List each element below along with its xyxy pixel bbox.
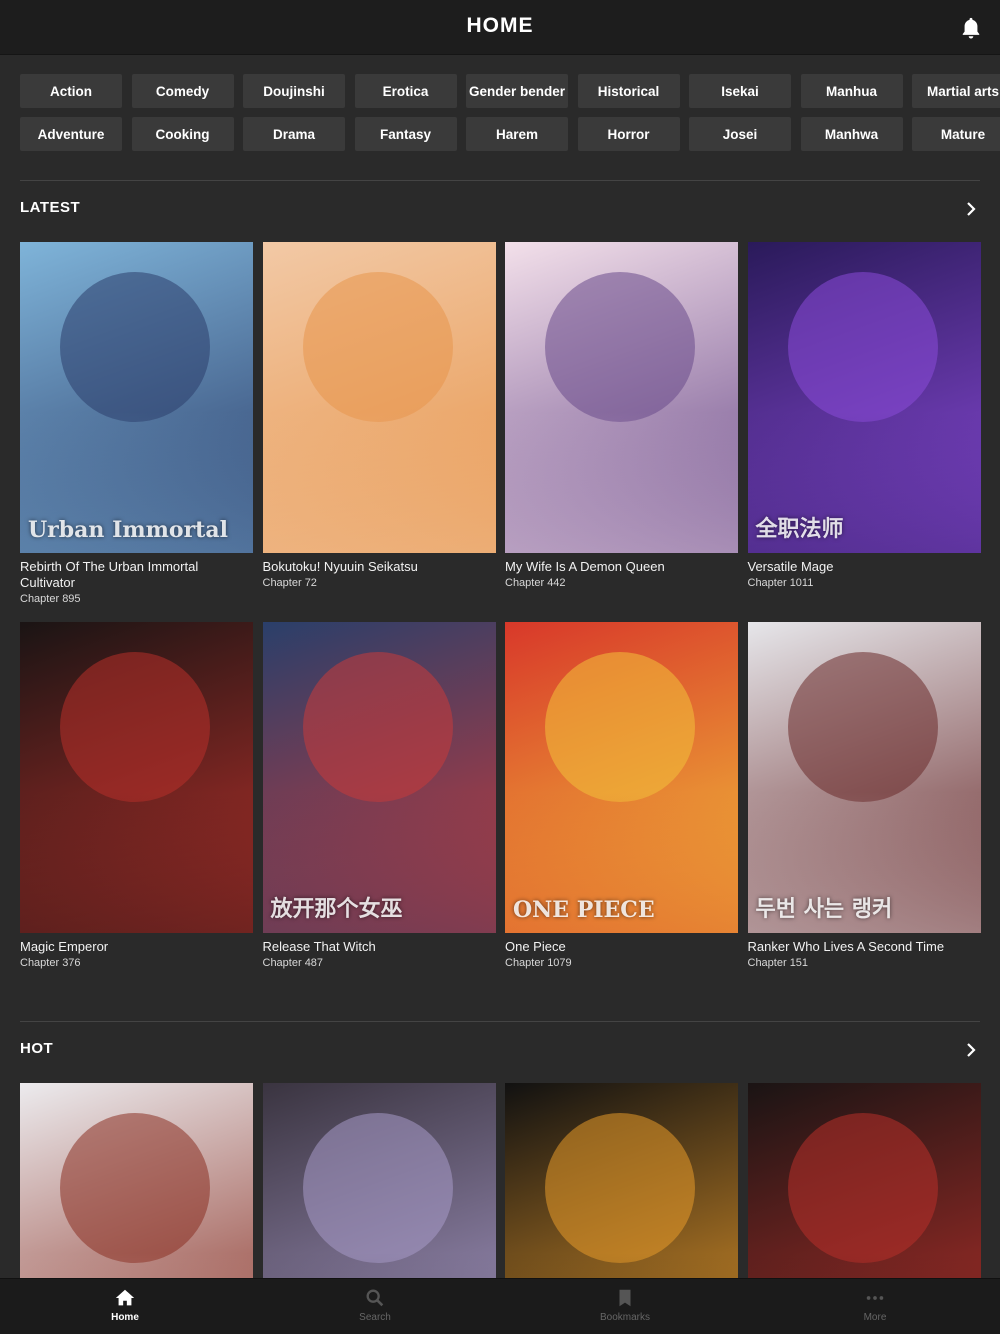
chapter-number: Chapter 72: [262, 577, 317, 589]
cover-title-art: 두번 사는 랭커: [755, 896, 893, 922]
cover-art-shape: [262, 412, 496, 553]
home-icon: [115, 1289, 135, 1306]
manga-title: My Wife Is A Demon Queen: [505, 559, 665, 574]
cover-image[interactable]: 두번 사는 랭커: [747, 622, 981, 933]
cover-image[interactable]: 全职法师: [747, 242, 981, 553]
cover-image[interactable]: 放开那个女巫: [262, 622, 496, 933]
divider: [20, 1021, 980, 1022]
chapter-number: Chapter 376: [20, 957, 81, 969]
cover-art-shape: [302, 1113, 453, 1263]
bookmark-icon: [619, 1289, 631, 1307]
bell-icon[interactable]: [960, 16, 982, 40]
genre-chip[interactable]: Fantasy: [354, 117, 457, 151]
genre-chip[interactable]: Horror: [577, 117, 680, 151]
cover-art-shape: [545, 272, 695, 422]
hot-section-header[interactable]: HOT: [20, 1040, 980, 1064]
cover-title-art: Urban Immortal: [28, 517, 228, 543]
chapter-number: Chapter 895: [20, 593, 81, 605]
chapter-number: Chapter 442: [505, 577, 566, 589]
cover-art-shape: [60, 652, 210, 802]
tab-label: Home: [111, 1312, 139, 1323]
genre-chip[interactable]: Cooking: [131, 117, 234, 151]
manga-card[interactable]: Bokutoku! Nyuuin Seikatsu Chapter 72: [262, 242, 496, 589]
manga-title: Magic Emperor: [20, 939, 109, 954]
manga-card[interactable]: 全职法师 Versatile Mage Chapter 1011: [747, 242, 981, 589]
genre-row: Adventure Cooking Drama Fantasy Harem Horror J…: [20, 117, 1000, 151]
chapter-number: Chapter 487: [262, 957, 324, 969]
genre-chip[interactable]: Doujinshi: [243, 74, 345, 108]
manga-title: Release That Witch: [262, 939, 376, 954]
genre-chip[interactable]: Action: [20, 74, 122, 108]
genre-chips: Action Comedy Doujinshi Erotica Gender bende…: [20, 74, 1000, 151]
manga-title: Versatile Mage: [747, 559, 834, 574]
cover-art-shape: [20, 792, 253, 933]
chevron-right-icon[interactable]: [966, 1043, 976, 1057]
genre-chip[interactable]: Comedy: [131, 74, 234, 108]
manga-card[interactable]: Urban Immortal Rebirth Of The Urban Immor…: [20, 242, 253, 605]
cover-art-shape: [505, 412, 738, 553]
cover-art-shape: [60, 1113, 210, 1263]
genre-chip[interactable]: Josei: [689, 117, 791, 151]
search-icon: [366, 1289, 384, 1307]
cover-title-art: 全职法师: [755, 516, 844, 542]
manga-title: Rebirth Of The Urban Immortal Cultivator: [20, 559, 199, 590]
cover-art-shape: [787, 1113, 938, 1263]
cover-title-art: 放开那个女巫: [270, 896, 403, 922]
section-title-hot: HOT: [20, 1040, 54, 1057]
tab-label: Search: [359, 1312, 391, 1323]
latest-section-header[interactable]: LATEST: [20, 199, 980, 223]
chevron-right-icon[interactable]: [966, 202, 976, 216]
cover-image[interactable]: ONE PIECE: [505, 622, 738, 933]
page-title: HOME: [466, 14, 534, 37]
more-icon: [866, 1296, 884, 1300]
cover-title-art: ONE PIECE: [513, 897, 655, 923]
chapter-number: Chapter 151: [747, 957, 809, 969]
manga-card[interactable]: 두번 사는 랭커 Ranker Who Lives A Second Time Ch…: [747, 622, 981, 969]
genre-chip[interactable]: Adventure: [20, 117, 122, 151]
genre-chip[interactable]: Mature: [912, 117, 1000, 151]
tab-search[interactable]: Search: [250, 1279, 500, 1334]
tab-more[interactable]: More: [750, 1279, 1000, 1334]
bottom-tab-bar: Home Search Bookmarks More: [0, 1278, 1000, 1334]
manga-card[interactable]: 放开那个女巫 Release That Witch Chapter 487: [262, 622, 496, 969]
genre-chip[interactable]: Gender bender: [466, 74, 568, 108]
genre-chip[interactable]: Isekai: [689, 74, 791, 108]
divider: [20, 180, 980, 181]
cover-image[interactable]: Urban Immortal: [20, 242, 253, 553]
cover-art-shape: [545, 1113, 695, 1263]
genre-row: Action Comedy Doujinshi Erotica Gender bende…: [20, 74, 1000, 108]
top-header: HOME: [0, 0, 1000, 55]
chapter-number: Chapter 1011: [747, 577, 814, 589]
manga-title: One Piece: [505, 939, 566, 954]
cover-image[interactable]: [20, 622, 253, 933]
genre-chip[interactable]: Erotica: [354, 74, 457, 108]
cover-art-shape: [60, 272, 210, 422]
tab-label: Bookmarks: [599, 1312, 650, 1323]
tab-home[interactable]: Home: [0, 1279, 250, 1334]
cover-art-shape: [302, 652, 453, 802]
manga-card[interactable]: My Wife Is A Demon Queen Chapter 442: [505, 242, 738, 589]
genre-chip[interactable]: Drama: [243, 117, 345, 151]
manga-card[interactable]: ONE PIECE One Piece Chapter 1079: [505, 622, 738, 969]
genre-chip[interactable]: Manhwa: [800, 117, 903, 151]
genre-chip[interactable]: Historical: [577, 74, 680, 108]
tab-label: More: [863, 1312, 887, 1323]
genre-chip[interactable]: Martial arts: [912, 74, 1000, 108]
manga-title: Bokutoku! Nyuuin Seikatsu: [262, 559, 418, 574]
cover-image[interactable]: [505, 242, 738, 553]
cover-art-shape: [787, 272, 938, 422]
cover-art-shape: [787, 652, 938, 802]
manga-title: Ranker Who Lives A Second Time: [747, 939, 945, 954]
genre-chip[interactable]: Harem: [466, 117, 568, 151]
cover-image[interactable]: [262, 242, 496, 553]
manga-card[interactable]: Magic Emperor Chapter 376: [20, 622, 253, 969]
tab-bookmarks[interactable]: Bookmarks: [500, 1279, 750, 1334]
chapter-number: Chapter 1079: [505, 957, 572, 969]
section-title-latest: LATEST: [20, 199, 81, 216]
cover-art-shape: [545, 652, 695, 802]
cover-art-shape: [302, 272, 453, 422]
genre-chip[interactable]: Manhua: [800, 74, 903, 108]
